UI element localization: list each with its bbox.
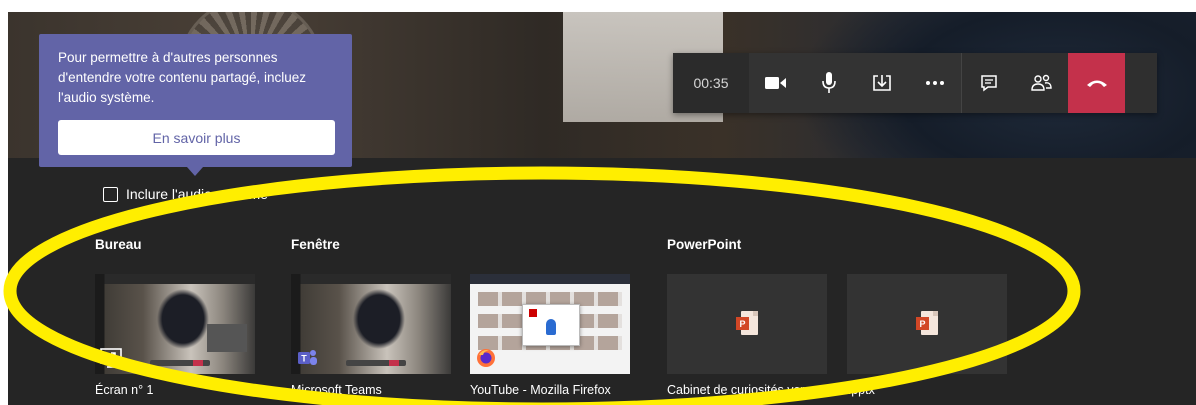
participants-icon [1030, 74, 1052, 91]
microphone-button[interactable] [802, 53, 855, 113]
teams-meeting-window: 00:35 Pour permettre à d'autres personne… [8, 12, 1196, 405]
include-audio-checkbox[interactable] [103, 186, 118, 202]
section-title-powerpoint: PowerPoint [667, 237, 742, 252]
meeting-toolbar: 00:35 [673, 53, 1157, 113]
section-title-window: Fenêtre [291, 237, 340, 252]
ppt-card: P [667, 274, 827, 374]
share-tray-button[interactable] [855, 53, 908, 113]
tooltip-text: Pour permettre à d'autres personnes d'en… [58, 50, 306, 105]
hang-up-icon [1086, 80, 1107, 87]
share-option-ppt-cabinet[interactable]: P [667, 274, 827, 374]
screen-share-icon [99, 346, 123, 370]
toolbar-controls [749, 53, 961, 113]
svg-text:T: T [301, 354, 307, 364]
include-audio-row[interactable]: Inclure l'audio système [103, 186, 268, 202]
more-options-button[interactable] [908, 53, 961, 113]
share-option-label: YouTube - Mozilla Firefox [470, 383, 611, 397]
powerpoint-file-icon: P [916, 311, 938, 337]
tooltip-arrow [187, 167, 203, 176]
ppt-card: P [847, 274, 1007, 374]
share-option-label: Cabinet de curiosités vers... [667, 383, 822, 397]
microphone-icon [821, 72, 836, 93]
more-options-icon [925, 81, 944, 85]
share-option-firefox-window[interactable] [470, 274, 630, 374]
hang-up-button[interactable] [1068, 53, 1125, 113]
participants-button[interactable] [1015, 53, 1068, 113]
learn-more-button[interactable]: En savoir plus [58, 120, 335, 155]
chat-button[interactable] [962, 53, 1015, 113]
share-option-label: Écran n° 1 [95, 383, 154, 397]
share-tray-icon [872, 75, 891, 91]
include-audio-label: Inclure l'audio système [126, 186, 268, 202]
call-timer: 00:35 [673, 53, 749, 113]
audio-tooltip: Pour permettre à d'autres personnes d'en… [39, 34, 352, 176]
teams-icon: T [295, 346, 319, 370]
camera-button[interactable] [749, 53, 802, 113]
share-option-screen-1[interactable] [95, 274, 255, 374]
share-option-ppt-hi[interactable]: P [847, 274, 1007, 374]
share-option-teams-window[interactable]: T [291, 274, 451, 374]
camera-icon [764, 77, 786, 89]
chat-icon [980, 75, 997, 92]
share-option-label: Microsoft Teams [291, 383, 382, 397]
powerpoint-file-icon: P [736, 311, 758, 337]
section-title-desktop: Bureau [95, 237, 142, 252]
firefox-icon [474, 346, 498, 370]
share-option-label: hi.pptx [838, 383, 875, 397]
